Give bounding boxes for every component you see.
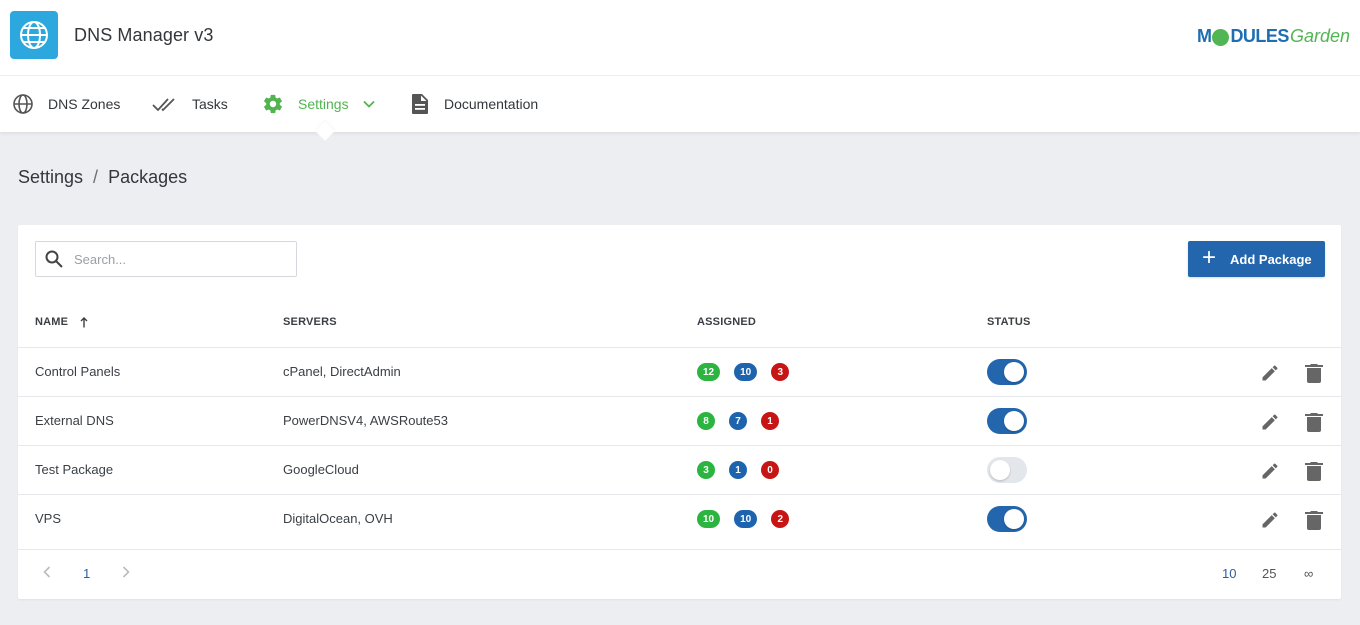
status-toggle[interactable] xyxy=(987,408,1027,434)
table-row: Control Panels cPanel, DirectAdmin 12 10 3 xyxy=(18,347,1341,396)
toggle-knob xyxy=(990,460,1010,480)
gear-icon xyxy=(264,94,282,114)
double-check-icon xyxy=(152,98,175,112)
delete-trash-icon[interactable] xyxy=(1305,510,1323,530)
delete-trash-icon[interactable] xyxy=(1305,363,1323,383)
pagination-page-1[interactable]: 1 xyxy=(83,566,90,581)
assigned-count-green-badge: 12 xyxy=(697,363,721,381)
brand-word-garden: Garden xyxy=(1289,25,1350,46)
status-toggle[interactable] xyxy=(987,359,1027,385)
breadcrumb-separator: / xyxy=(93,167,99,187)
status-toggle[interactable] xyxy=(987,457,1027,483)
assigned-count-green-badge: 10 xyxy=(697,510,721,528)
edit-pencil-icon[interactable] xyxy=(1260,461,1280,481)
package-name: Test Package xyxy=(35,462,114,477)
assigned-count-blue-badge: 10 xyxy=(734,510,758,528)
column-header-name[interactable]: NAME xyxy=(35,316,88,328)
column-header-servers[interactable]: SERVERS xyxy=(283,316,337,328)
package-servers: GoogleCloud xyxy=(283,462,359,477)
package-servers: cPanel, DirectAdmin xyxy=(283,364,401,379)
brand-word-dules: DULES xyxy=(1230,25,1289,46)
modulesgarden-logo[interactable]: M DULES Garden xyxy=(1197,24,1350,48)
globe-icon xyxy=(13,94,33,114)
toggle-knob xyxy=(1004,362,1024,382)
edit-pencil-icon[interactable] xyxy=(1260,363,1280,383)
assigned-count-red-badge: 1 xyxy=(761,412,779,430)
column-header-name-label: NAME xyxy=(35,316,69,328)
table-row: Test Package GoogleCloud 3 1 0 xyxy=(18,445,1341,494)
breadcrumb-settings[interactable]: Settings xyxy=(18,167,83,188)
package-servers: PowerDNSV4, AWSRoute53 xyxy=(283,413,448,428)
nav-label-settings: Settings xyxy=(298,96,349,112)
nav-item-documentation[interactable]: Documentation xyxy=(410,76,538,132)
toggle-knob xyxy=(1004,411,1024,431)
assigned-count-red-badge: 3 xyxy=(771,363,790,381)
top-header: DNS Manager v3 M DULES Garden xyxy=(0,0,1360,76)
assigned-count-green-badge: 8 xyxy=(697,412,715,430)
pagination-prev-chevron-icon[interactable] xyxy=(43,566,51,581)
page-size-25[interactable]: 25 xyxy=(1262,566,1276,581)
assigned-badges: 871 xyxy=(697,412,793,430)
sort-ascending-arrow-icon xyxy=(80,316,88,327)
assigned-count-green-badge: 3 xyxy=(697,461,715,479)
delete-trash-icon[interactable] xyxy=(1305,461,1323,481)
assigned-count-blue-badge: 10 xyxy=(734,363,758,381)
add-package-button[interactable]: + Add Package xyxy=(1188,241,1325,277)
assigned-count-blue-badge: 1 xyxy=(729,461,747,479)
packages-card: + Add Package NAME SERVERS ASSIGNED STAT… xyxy=(18,225,1341,599)
assigned-badges: 12 10 3 xyxy=(697,363,803,381)
package-name: External DNS xyxy=(35,413,114,428)
app-logo-globe-icon[interactable] xyxy=(10,11,58,59)
nav-label-tasks: Tasks xyxy=(192,96,228,112)
chevron-down-icon xyxy=(362,100,375,108)
breadcrumb-packages: Packages xyxy=(108,167,188,187)
edit-pencil-icon[interactable] xyxy=(1260,510,1280,530)
brand-letter-m: M xyxy=(1196,25,1212,46)
nav-item-tasks[interactable]: Tasks xyxy=(152,76,228,132)
column-header-assigned[interactable]: ASSIGNED xyxy=(697,316,756,328)
assigned-badges: 310 xyxy=(697,461,793,479)
nav-label-dns-zones: DNS Zones xyxy=(48,96,121,112)
column-header-status[interactable]: STATUS xyxy=(987,316,1031,328)
page-size-10[interactable]: 10 xyxy=(1222,566,1236,581)
edit-pencil-icon[interactable] xyxy=(1260,412,1280,432)
package-name: VPS xyxy=(35,511,62,526)
table-row: VPS DigitalOcean, OVH 10 10 2 xyxy=(18,494,1341,543)
nav-item-settings[interactable]: Settings xyxy=(262,76,375,132)
assigned-badges: 10 10 2 xyxy=(697,510,803,528)
search-input[interactable] xyxy=(74,251,274,267)
assigned-count-red-badge: 0 xyxy=(761,461,779,479)
delete-trash-icon[interactable] xyxy=(1305,412,1323,432)
document-icon xyxy=(412,94,428,114)
package-name: Control Panels xyxy=(35,364,121,379)
brand-globe-icon xyxy=(1212,28,1230,46)
plus-icon: + xyxy=(1202,244,1217,271)
app-title: DNS Manager v3 xyxy=(74,25,214,45)
search-box[interactable] xyxy=(35,241,297,277)
nav-item-dns-zones[interactable]: DNS Zones xyxy=(12,76,120,132)
pagination-next-chevron-icon[interactable] xyxy=(122,566,130,581)
table-row: External DNS PowerDNSV4, AWSRoute53 8 7 1 xyxy=(18,396,1341,445)
add-package-label: Add Package xyxy=(1230,251,1312,267)
breadcrumb: Settings / Packages xyxy=(18,167,187,188)
assigned-count-blue-badge: 7 xyxy=(729,412,747,430)
nav-label-documentation: Documentation xyxy=(444,96,539,112)
package-servers: DigitalOcean, OVH xyxy=(283,511,393,526)
assigned-count-red-badge: 2 xyxy=(771,510,790,528)
toggle-knob xyxy=(1004,509,1024,529)
search-icon xyxy=(45,250,63,268)
page-size-all[interactable]: ∞ xyxy=(1304,566,1313,581)
status-toggle[interactable] xyxy=(987,506,1027,532)
main-nav: DNS Zones Tasks Settings Documentation xyxy=(0,76,1360,132)
table-footer-divider xyxy=(18,549,1341,550)
